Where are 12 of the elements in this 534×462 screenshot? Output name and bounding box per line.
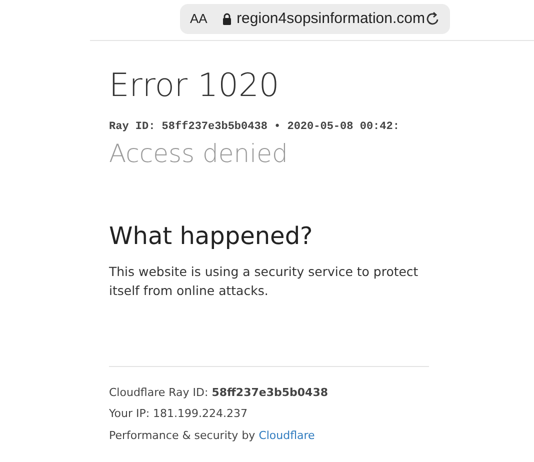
explanation-text: This website is using a security service to protect itself from online attacks. [109, 262, 419, 300]
credit-text: Performance & security by Cloudflare [109, 428, 316, 444]
section-heading: What happened? [109, 220, 314, 252]
access-denied-subtitle: Access denied [109, 138, 289, 170]
url-text: region4sopsinformation.com [236, 8, 425, 29]
ray-id-text: Cloudflare Ray ID: 58ff237e3b5b0438 [109, 384, 330, 400]
error-title: Error 1020 [109, 65, 280, 105]
ip-address-text: Your IP: 181.199.224.237 [109, 406, 249, 422]
address-bar[interactable]: AA region4sopsinformation.com [180, 4, 450, 34]
ray-id-line: Ray ID: 58ff237e3b5b0438 • 2020-05-08 00:42: [109, 120, 400, 135]
text-size-button[interactable]: AA [190, 9, 208, 29]
cloudflare-link[interactable]: Cloudflare [258, 428, 315, 442]
